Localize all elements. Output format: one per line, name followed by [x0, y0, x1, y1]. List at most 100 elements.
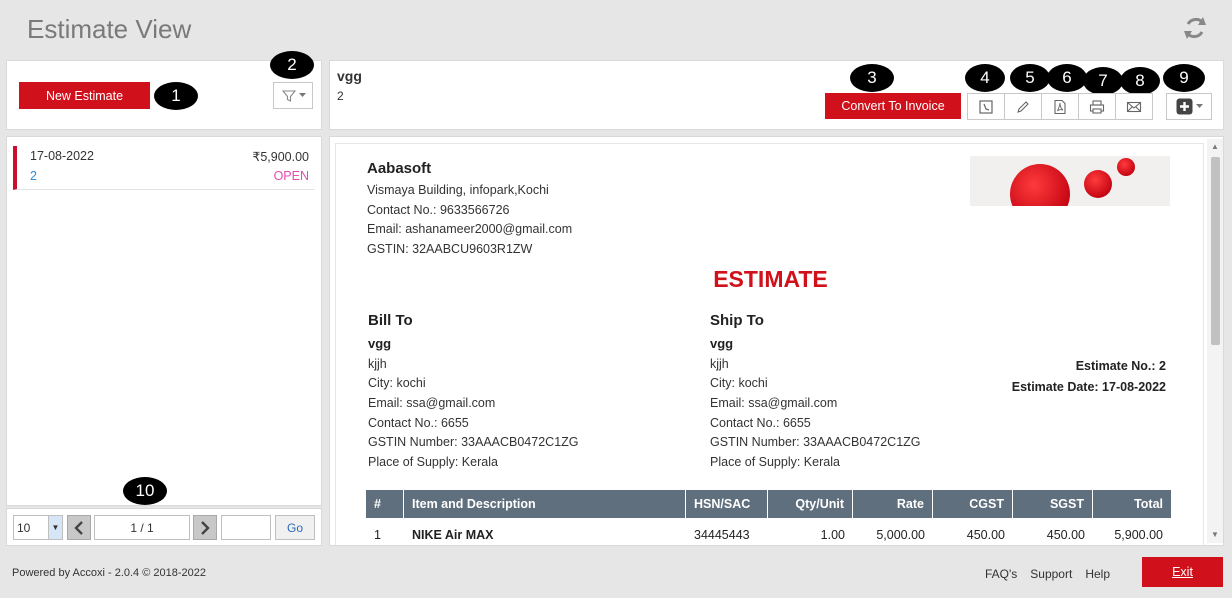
filter-icon — [281, 89, 296, 102]
col-header: Total — [1134, 497, 1163, 511]
convert-to-invoice-button[interactable]: Convert To Invoice — [825, 93, 961, 119]
bill-to-title: Bill To — [368, 312, 413, 329]
company-name: Aabasoft — [367, 160, 432, 177]
annotation-badge-2: 2 — [270, 51, 314, 79]
ship-to-gstin: GSTIN Number: 33AAACB0472C1ZG — [710, 435, 921, 449]
history-button[interactable] — [967, 93, 1005, 120]
go-button[interactable]: Go — [275, 515, 315, 540]
estimate-number: 2 — [337, 89, 344, 103]
action-toolbar — [967, 93, 1153, 120]
page-size-select[interactable]: 10 ▼ — [13, 515, 63, 540]
page-indicator: 1 / 1 — [94, 515, 190, 540]
scroll-down-icon[interactable]: ▼ — [1210, 530, 1220, 540]
company-logo — [970, 156, 1170, 206]
estimate-list: 17-08-2022 ₹5,900.00 2 OPEN 10 — [6, 136, 322, 506]
items-table-header: # Item and Description HSN/SAC Qty/Unit … — [366, 490, 1171, 518]
pdf-button[interactable] — [1041, 93, 1079, 120]
list-item-number: 2 — [30, 169, 37, 183]
refresh-icon[interactable] — [1180, 13, 1210, 43]
edit-button[interactable] — [1004, 93, 1042, 120]
faq-link[interactable]: FAQ's — [985, 567, 1017, 581]
mail-button[interactable] — [1115, 93, 1153, 120]
mail-icon — [1126, 101, 1142, 112]
new-estimate-button[interactable]: New Estimate — [19, 82, 150, 109]
annotation-badge-3: 3 — [850, 64, 894, 92]
pdf-icon — [1054, 99, 1066, 114]
next-page-button[interactable] — [193, 515, 217, 540]
footer-links: FAQ's Support Help — [985, 567, 1110, 581]
title-bar: Estimate View — [0, 0, 1232, 58]
annotation-badge-6: 6 — [1047, 64, 1087, 92]
chevron-left-icon — [74, 520, 83, 535]
col-header: Rate — [853, 490, 933, 518]
col-header: # — [366, 490, 404, 518]
table-cell: 450.00 — [1046, 528, 1085, 542]
chevron-down-icon: ▼ — [48, 516, 62, 539]
estimate-preview: Aabasoft Vismaya Building, infopark,Koch… — [329, 136, 1224, 546]
page-size-value: 10 — [17, 520, 31, 535]
ship-to-supply: Place of Supply: Kerala — [710, 455, 840, 469]
list-item-date: 17-08-2022 — [30, 149, 94, 163]
edit-icon — [1017, 100, 1029, 113]
list-item[interactable]: 17-08-2022 ₹5,900.00 2 OPEN — [13, 146, 315, 190]
table-cell: 1 — [374, 528, 381, 542]
ship-to-line1: kjjh — [710, 357, 729, 371]
help-link[interactable]: Help — [1085, 567, 1110, 581]
table-cell: 1.00 — [820, 528, 845, 542]
document-heading: ESTIMATE — [713, 266, 828, 292]
pagination: 10 ▼ 1 / 1 Go — [6, 508, 322, 546]
exit-button[interactable]: Exit — [1142, 557, 1223, 587]
print-button[interactable] — [1078, 93, 1116, 120]
table-cell: 450.00 — [966, 528, 1005, 542]
page-title: Estimate View — [27, 14, 192, 44]
add-icon — [1176, 98, 1192, 115]
bill-to-contact: Contact No.: 6655 — [368, 416, 469, 430]
goto-page-input[interactable] — [221, 515, 271, 540]
list-item-amount: ₹5,900.00 — [252, 150, 309, 164]
print-icon — [1089, 99, 1105, 114]
bill-to-city: City: kochi — [368, 376, 426, 390]
ship-to-contact: Contact No.: 6655 — [710, 416, 811, 430]
powered-by: Powered by Accoxi - 2.0.4 © 2018-2022 — [12, 567, 206, 579]
annotation-badge-7: 7 — [1083, 67, 1123, 95]
chevron-down-icon — [1195, 104, 1203, 108]
ship-to-city: City: kochi — [710, 376, 768, 390]
customer-name: vgg — [337, 68, 362, 84]
table-cell: 5,900.00 — [1114, 528, 1163, 542]
company-contact: Contact No.: 9633566726 — [367, 203, 510, 217]
vertical-scrollbar[interactable]: ▲ ▼ — [1207, 139, 1223, 543]
bill-to-email: Email: ssa@gmail.com — [368, 396, 496, 410]
table-cell: 5,000.00 — [876, 528, 925, 542]
chevron-down-icon — [298, 93, 306, 97]
table-cell: 34445443 — [694, 528, 750, 542]
bill-to-supply: Place of Supply: Kerala — [368, 455, 498, 469]
col-header: Item and Description — [404, 490, 686, 518]
support-link[interactable]: Support — [1030, 567, 1072, 581]
detail-header: vgg 2 3 4 5 6 7 8 9 Convert To Invoice — [329, 60, 1224, 130]
more-actions-button[interactable] — [1166, 93, 1212, 120]
estimate-no: Estimate No.: 2 — [1075, 359, 1166, 373]
estimate-date: Estimate Date: 17-08-2022 — [1011, 380, 1166, 394]
scroll-up-icon[interactable]: ▲ — [1210, 142, 1220, 152]
col-header: CGST — [933, 490, 1013, 518]
annotation-badge-4: 4 — [965, 64, 1005, 92]
ship-to-title: Ship To — [710, 312, 764, 329]
ship-to-email: Email: ssa@gmail.com — [710, 396, 838, 410]
scroll-thumb[interactable] — [1211, 157, 1220, 345]
bill-to-name: vgg — [368, 336, 392, 351]
prev-page-button[interactable] — [67, 515, 91, 540]
annotation-badge-10: 10 — [123, 477, 167, 505]
footer: Powered by Accoxi - 2.0.4 © 2018-2022 FA… — [0, 550, 1232, 598]
status-badge: OPEN — [273, 169, 309, 183]
table-row: 1 NIKE Air MAX 34445443 1.00 5,000.00 45… — [366, 522, 1171, 545]
table-cell: NIKE Air MAX — [412, 528, 494, 542]
ship-to-name: vgg — [710, 336, 734, 351]
history-icon — [979, 99, 993, 114]
annotation-badge-1: 1 — [154, 82, 198, 110]
col-header: HSN/SAC — [686, 490, 768, 518]
company-gstin: GSTIN: 32AABCU9603R1ZW — [367, 242, 533, 256]
annotation-badge-8: 8 — [1120, 67, 1160, 95]
filter-button[interactable] — [273, 82, 313, 109]
bill-to-gstin: GSTIN Number: 33AAACB0472C1ZG — [368, 435, 579, 449]
list-toolbar: New Estimate 1 2 — [6, 51, 322, 130]
